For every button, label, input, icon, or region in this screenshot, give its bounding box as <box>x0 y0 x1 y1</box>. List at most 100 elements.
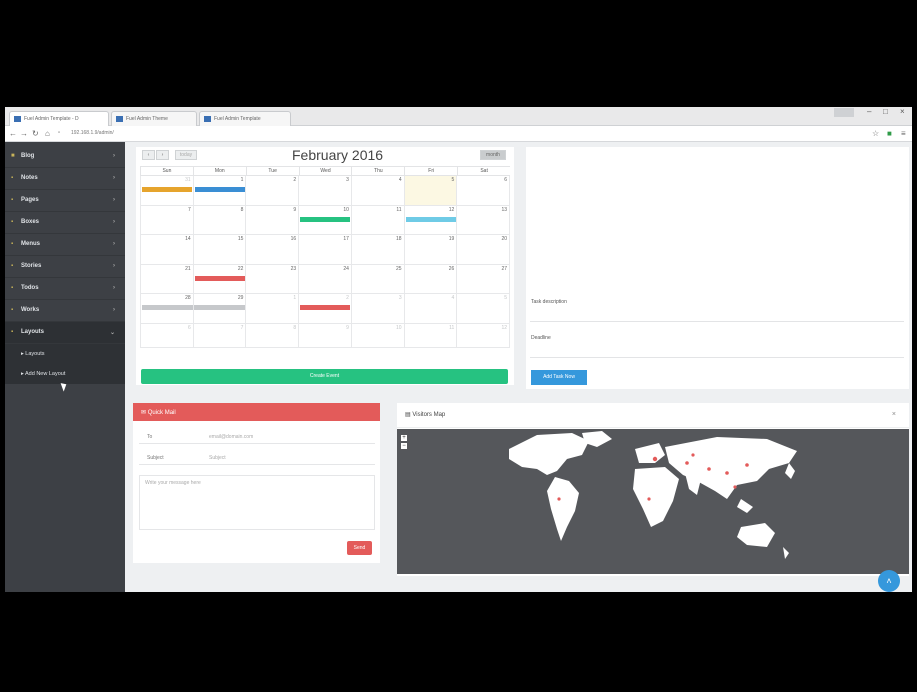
task-description-input[interactable] <box>530 309 904 322</box>
sidebar-item-boxes[interactable]: ▪ Boxes › <box>5 212 125 234</box>
calendar-day[interactable]: 6 <box>140 323 193 348</box>
calendar-day[interactable]: 1 <box>245 294 299 324</box>
calendar-day[interactable]: 6 <box>456 176 511 206</box>
calendar-day[interactable]: 25 <box>350 264 404 294</box>
calendar-day[interactable]: 11 <box>350 205 404 235</box>
mail-subject-field[interactable]: Subject Subject <box>139 450 375 465</box>
mail-message-textarea[interactable]: Write your message here <box>139 475 375 530</box>
sidebar-item-stories[interactable]: ▪ Stories › <box>5 256 125 278</box>
scroll-top-button[interactable]: ˄ <box>878 570 900 592</box>
sidebar-item-menus[interactable]: ▪ Menus › <box>5 234 125 256</box>
calendar-day[interactable]: 1 <box>192 176 246 206</box>
map-zoom-in-button[interactable]: + <box>401 435 407 441</box>
menu-icon[interactable]: ≡ <box>901 129 906 138</box>
visitor-marker[interactable] <box>733 485 737 489</box>
close-icon[interactable]: × <box>900 107 905 116</box>
browser-tab[interactable]: Fuel Admin Template <box>199 111 291 126</box>
user-badge[interactable] <box>834 108 854 117</box>
sidebar-item-blog[interactable]: ■ Blog › <box>5 142 125 168</box>
calendar-prev-button[interactable]: ‹ <box>142 150 155 160</box>
calendar-day[interactable]: 14 <box>140 235 193 265</box>
calendar-day[interactable]: 17 <box>298 235 351 265</box>
calendar-day-today[interactable]: 5 <box>403 176 457 206</box>
browser-tab[interactable]: Fuel Admin Template - D <box>9 111 109 126</box>
calendar-day[interactable]: 29 <box>192 294 246 324</box>
calendar-day[interactable]: 9 <box>245 205 299 235</box>
calendar-today-button[interactable]: today <box>175 150 197 160</box>
sidebar-item-todos[interactable]: ▪ Todos › <box>5 278 125 300</box>
sidebar-item-layouts[interactable]: ▪ Layouts ⌄ <box>5 322 125 344</box>
mail-to-field[interactable]: To email@domain.com <box>139 429 375 444</box>
calendar-day[interactable]: 28 <box>140 294 245 324</box>
calendar-day[interactable]: 16 <box>245 235 299 265</box>
calendar-event[interactable] <box>142 187 192 192</box>
sidebar-item-pages[interactable]: ▪ Pages › <box>5 190 125 212</box>
calendar-day[interactable]: 8 <box>192 205 246 235</box>
calendar-day[interactable]: 26 <box>403 264 457 294</box>
world-map[interactable]: + − <box>397 429 909 574</box>
map-zoom-out-button[interactable]: − <box>401 443 407 449</box>
minimize-icon[interactable]: – <box>867 107 871 116</box>
calendar-day[interactable]: 15 <box>192 235 246 265</box>
page-info-icon[interactable]: ▫ <box>58 130 60 136</box>
visitor-marker[interactable] <box>691 453 695 457</box>
calendar-day[interactable]: 12 <box>403 205 457 235</box>
visitor-marker[interactable] <box>685 461 689 465</box>
calendar-day[interactable]: 12 <box>456 323 511 348</box>
visitor-marker[interactable] <box>652 456 658 462</box>
maximize-icon[interactable]: □ <box>883 107 888 116</box>
calendar-day[interactable]: 31 <box>140 176 193 206</box>
calendar-next-button[interactable]: › <box>156 150 169 160</box>
extension-icon[interactable]: ■ <box>887 129 892 138</box>
calendar-day[interactable]: 24 <box>298 264 351 294</box>
sidebar-subitem-layouts[interactable]: ▸ Layouts <box>5 344 125 364</box>
home-icon[interactable]: ⌂ <box>45 129 50 138</box>
back-icon[interactable]: ← <box>9 129 17 138</box>
calendar-day[interactable]: 7 <box>192 323 246 348</box>
browser-tab[interactable]: Fuel Admin Theme <box>111 111 197 126</box>
calendar-month-button[interactable]: month <box>480 150 506 160</box>
visitor-marker[interactable] <box>745 463 749 467</box>
add-task-button[interactable]: Add Task Now <box>531 370 587 385</box>
calendar-day[interactable]: 3 <box>298 176 351 206</box>
sidebar-item-works[interactable]: ▪ Works › <box>5 300 125 322</box>
bookmark-star-icon[interactable]: ☆ <box>872 129 879 138</box>
calendar-day[interactable]: 13 <box>456 205 511 235</box>
calendar-day[interactable]: 11 <box>403 323 457 348</box>
create-event-button[interactable]: Create Event <box>141 369 508 384</box>
calendar-day[interactable]: 9 <box>298 323 351 348</box>
visitor-marker[interactable] <box>707 467 711 471</box>
visitor-marker[interactable] <box>725 471 729 475</box>
calendar-event[interactable] <box>300 305 351 310</box>
calendar-day[interactable]: 18 <box>350 235 404 265</box>
calendar-day[interactable]: 4 <box>350 176 404 206</box>
calendar-day[interactable]: 19 <box>403 235 457 265</box>
calendar-event[interactable] <box>300 216 351 222</box>
calendar-day[interactable]: 8 <box>245 323 299 348</box>
visitor-marker[interactable] <box>647 497 651 501</box>
calendar-day[interactable]: 4 <box>403 294 457 324</box>
calendar-day[interactable]: 10 <box>350 323 404 348</box>
calendar-event[interactable] <box>194 275 245 281</box>
calendar-event[interactable] <box>405 216 456 222</box>
visitor-marker[interactable] <box>557 497 561 501</box>
calendar-day[interactable]: 20 <box>456 235 511 265</box>
calendar-day[interactable]: 10 <box>298 205 351 235</box>
url-field[interactable]: 192.168.1.9/admin/ <box>71 130 114 136</box>
reload-icon[interactable]: ↻ <box>32 129 39 138</box>
calendar-day[interactable]: 27 <box>456 264 511 294</box>
forward-icon[interactable]: → <box>20 129 28 138</box>
sidebar-item-notes[interactable]: ▪ Notes › <box>5 168 125 190</box>
calendar-day[interactable]: 5 <box>456 294 511 324</box>
calendar-event[interactable] <box>194 187 245 192</box>
calendar-day[interactable]: 21 <box>140 264 193 294</box>
calendar-day[interactable]: 7 <box>140 205 193 235</box>
calendar-day[interactable]: 2 <box>245 176 299 206</box>
calendar-day[interactable]: 23 <box>245 264 299 294</box>
calendar-day[interactable]: 3 <box>350 294 404 324</box>
close-panel-icon[interactable]: × <box>892 411 896 418</box>
send-button[interactable]: Send <box>347 541 372 555</box>
calendar-day[interactable]: 2 <box>298 294 351 324</box>
deadline-input[interactable] <box>530 345 904 358</box>
calendar-day[interactable]: 22 <box>192 264 246 294</box>
